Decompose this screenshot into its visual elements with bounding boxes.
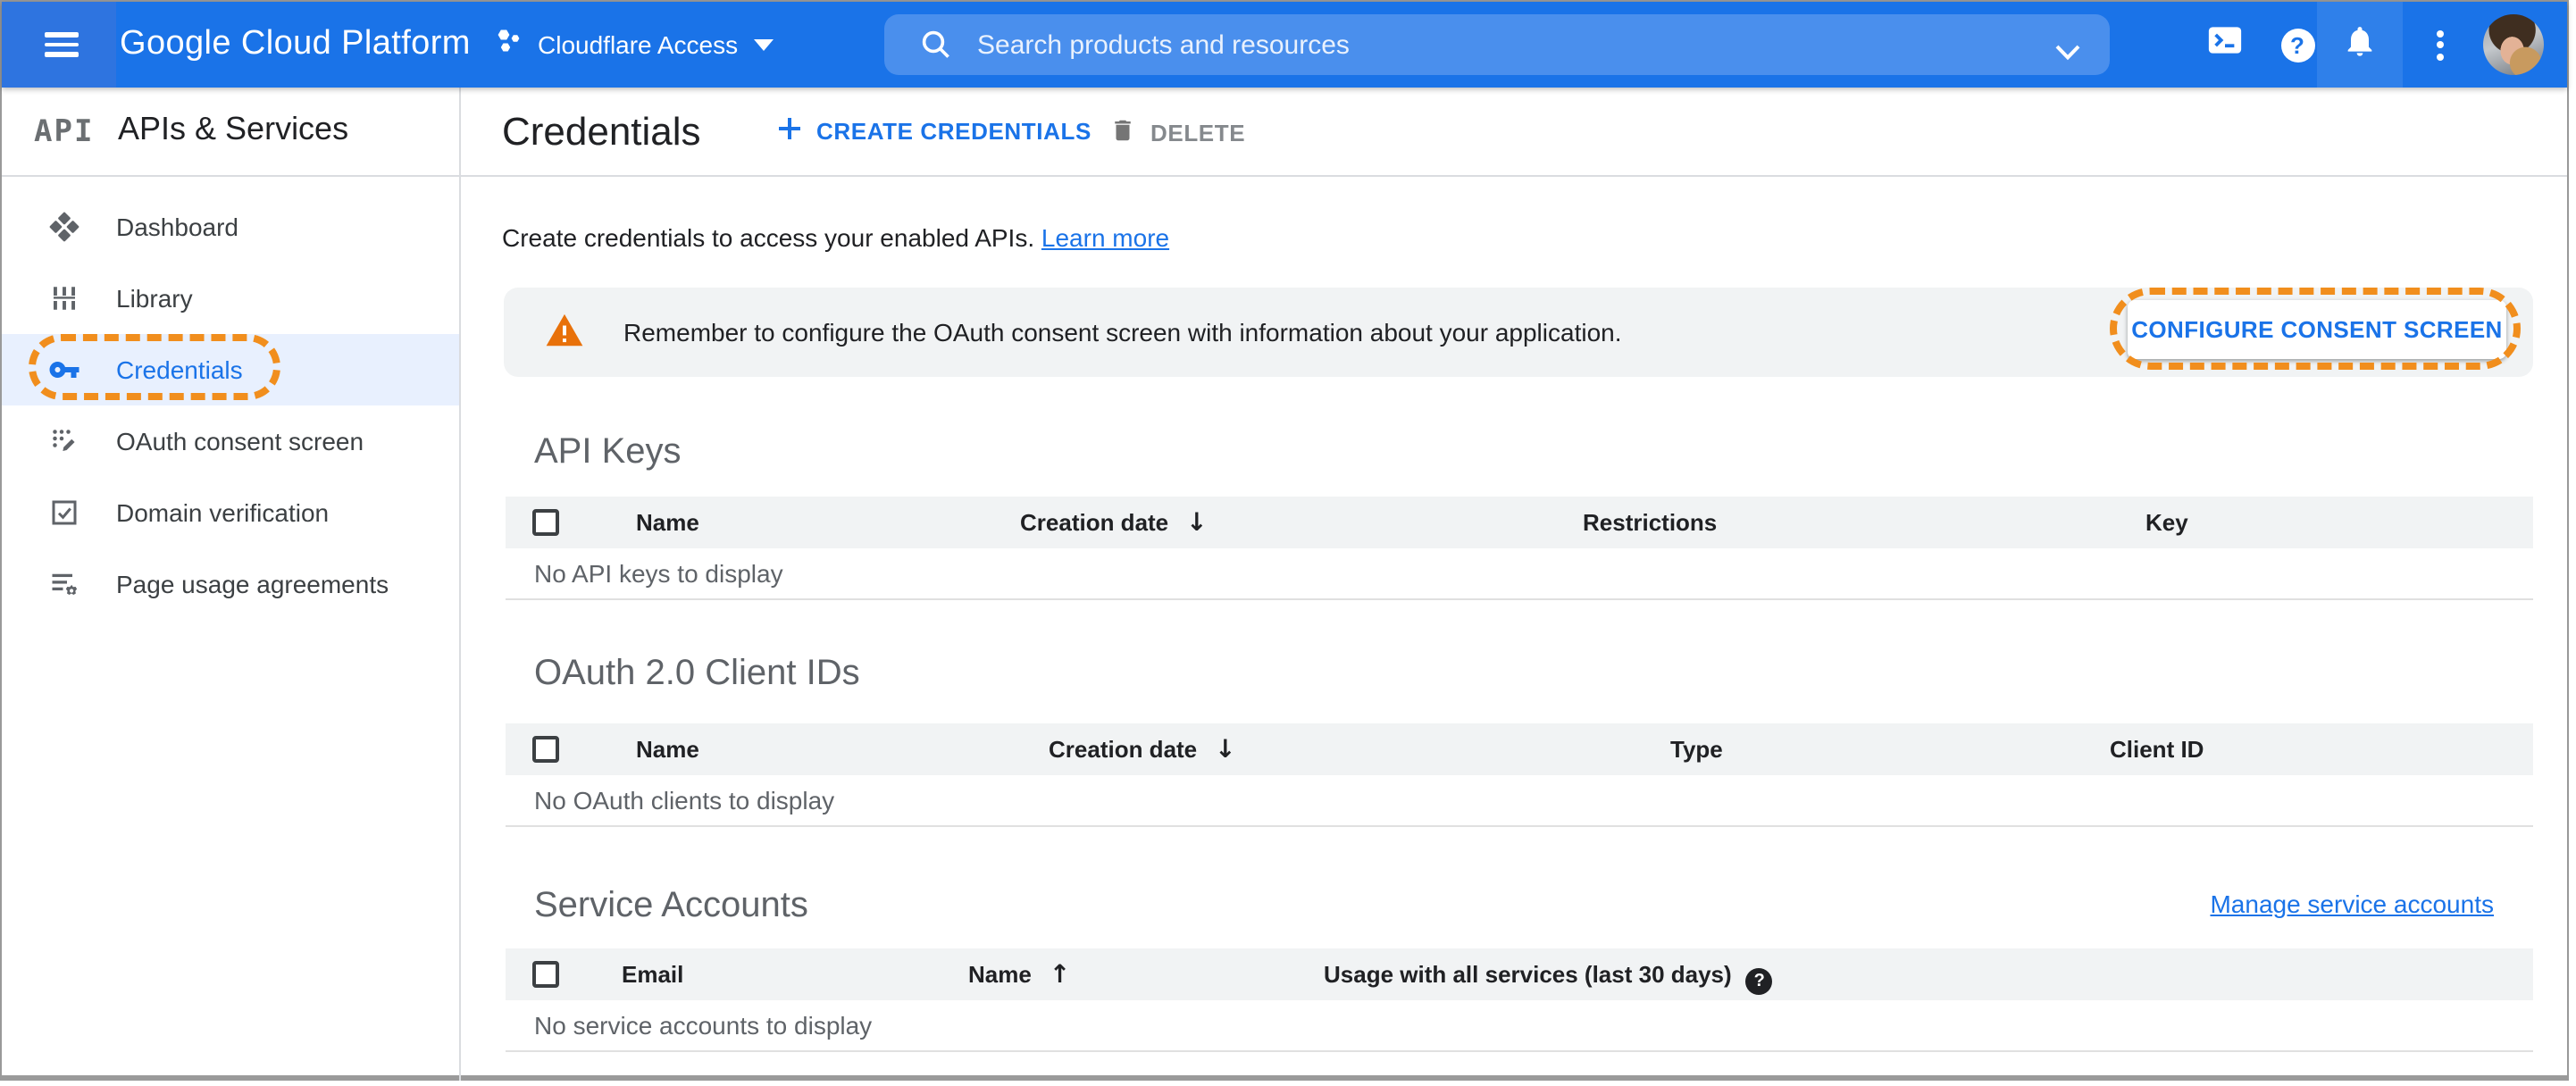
list-gear-icon: [48, 568, 80, 600]
oauth-warning-banner: Remember to configure the OAuth consent …: [504, 288, 2533, 377]
project-name: Cloudflare Access: [538, 30, 739, 59]
service-accounts-empty-row: No service accounts to display: [506, 1000, 2533, 1052]
sidebar-item-dashboard[interactable]: Dashboard: [2, 191, 459, 263]
column-restrictions: Restrictions: [1583, 509, 1718, 536]
sort-descending-icon: ↓: [1215, 736, 1236, 764]
intro-line: Create credentials to access your enable…: [502, 223, 1169, 252]
warning-message: Remember to configure the OAuth consent …: [623, 318, 1622, 347]
screenshot-stage: Google Cloud Platform Cloudflare Access: [0, 0, 2576, 1086]
hamburger-menu-icon[interactable]: [45, 32, 79, 57]
sidebar-item-library[interactable]: Library: [2, 263, 459, 334]
oauth-clients-title: OAuth 2.0 Client IDs: [534, 654, 860, 693]
api-keys-empty-text: No API keys to display: [534, 559, 783, 588]
cloud-shell-button[interactable]: [2188, 2, 2260, 88]
bell-icon: [2342, 22, 2378, 67]
checkbox-check-icon: [48, 497, 80, 529]
service-accounts-header-row: Email Name ↑ Usage with all services (las…: [506, 948, 2533, 1000]
api-keys-empty-row: No API keys to display: [506, 548, 2533, 600]
select-all-checkbox[interactable]: [532, 509, 559, 536]
column-email: Email: [622, 961, 684, 988]
api-keys-header-row: Name Creation date ↓ Restrictions Key: [506, 497, 2533, 548]
top-app-bar: Google Cloud Platform Cloudflare Access: [2, 2, 2567, 88]
search-icon: [920, 29, 952, 70]
plus-icon: [777, 116, 802, 146]
intro-text: Create credentials to access your enable…: [502, 223, 1035, 252]
sidebar-item-label: Library: [116, 284, 193, 313]
column-creation-date[interactable]: Creation date ↓: [1049, 736, 1236, 764]
overflow-menu-icon[interactable]: [2405, 2, 2476, 88]
column-creation-date[interactable]: Creation date ↓: [1020, 509, 1208, 538]
dashboard-icon: [48, 211, 80, 243]
sidebar-item-label: Credentials: [116, 355, 243, 384]
configure-consent-screen-button[interactable]: CONFIGURE CONSENT SCREEN: [2128, 300, 2506, 359]
oauth-clients-header-row: Name Creation date ↓ Type Client ID: [506, 723, 2533, 775]
sort-descending-icon: ↓: [1186, 509, 1208, 538]
sidebar-item-label: Dashboard: [116, 213, 238, 241]
usage-help-icon[interactable]: ?: [1745, 968, 1773, 995]
search-bar: [884, 14, 2110, 75]
help-button[interactable]: ?: [2262, 2, 2333, 88]
library-icon: [48, 282, 80, 314]
chevron-down-icon: [754, 29, 774, 61]
column-usage: Usage with all services (last 30 days)?: [1324, 961, 1773, 995]
select-all-checkbox[interactable]: [532, 961, 559, 988]
api-product-logo: API: [34, 114, 95, 150]
delete-label: DELETE: [1150, 120, 1246, 146]
oauth-clients-empty-text: No OAuth clients to display: [534, 786, 835, 814]
manage-service-accounts-link[interactable]: Manage service accounts: [2210, 890, 2494, 918]
header-divider: [2, 175, 2567, 177]
column-key: Key: [2145, 509, 2188, 536]
service-accounts-empty-text: No service accounts to display: [534, 1011, 873, 1040]
column-name: Name: [636, 736, 699, 763]
project-icon: [495, 27, 522, 63]
sidebar-item-credentials[interactable]: Credentials: [2, 334, 459, 405]
delete-button[interactable]: DELETE: [1109, 116, 1245, 150]
browser-page: Google Cloud Platform Cloudflare Access: [0, 0, 2569, 1081]
sidebar-title: APIs & Services: [118, 111, 349, 146]
sidebar-divider: [459, 88, 461, 1081]
sort-ascending-icon: ↑: [1049, 961, 1071, 990]
search-expand-chevron-icon[interactable]: [2054, 38, 2081, 70]
select-all-checkbox[interactable]: [532, 736, 559, 763]
sidebar-item-domain-verification[interactable]: Domain verification: [2, 477, 459, 548]
create-credentials-label: CREATE CREDENTIALS: [816, 118, 1091, 145]
create-credentials-button[interactable]: CREATE CREDENTIALS: [777, 116, 1091, 146]
api-keys-title: API Keys: [534, 432, 682, 472]
notifications-button[interactable]: [2324, 2, 2396, 88]
product-name: Google Cloud Platform: [120, 25, 471, 63]
trash-icon: [1109, 116, 1136, 150]
oauth-clients-empty-row: No OAuth clients to display: [506, 775, 2533, 827]
column-client-id: Client ID: [2110, 736, 2204, 763]
help-icon: ?: [2280, 28, 2314, 62]
user-avatar[interactable]: [2483, 14, 2544, 75]
page-title: Credentials: [502, 109, 701, 154]
column-name: Name: [636, 509, 699, 536]
column-name[interactable]: Name ↑: [968, 961, 1070, 990]
cloud-shell-icon: [2207, 25, 2241, 64]
project-selector[interactable]: Cloudflare Access: [495, 2, 774, 88]
sidebar-item-label: OAuth consent screen: [116, 427, 364, 455]
sidebar-item-label: Page usage agreements: [116, 570, 389, 598]
search-input[interactable]: [977, 14, 1978, 75]
sidebar-item-label: Domain verification: [116, 498, 330, 527]
service-accounts-title: Service Accounts: [534, 886, 808, 925]
consent-screen-icon: [48, 425, 80, 457]
column-type: Type: [1670, 736, 1723, 763]
key-icon: [48, 354, 80, 386]
learn-more-link[interactable]: Learn more: [1041, 223, 1169, 252]
warning-icon: [545, 313, 584, 357]
sidebar-item-oauth-consent-screen[interactable]: OAuth consent screen: [2, 405, 459, 477]
sidebar-item-page-usage-agreements[interactable]: Page usage agreements: [2, 548, 459, 620]
